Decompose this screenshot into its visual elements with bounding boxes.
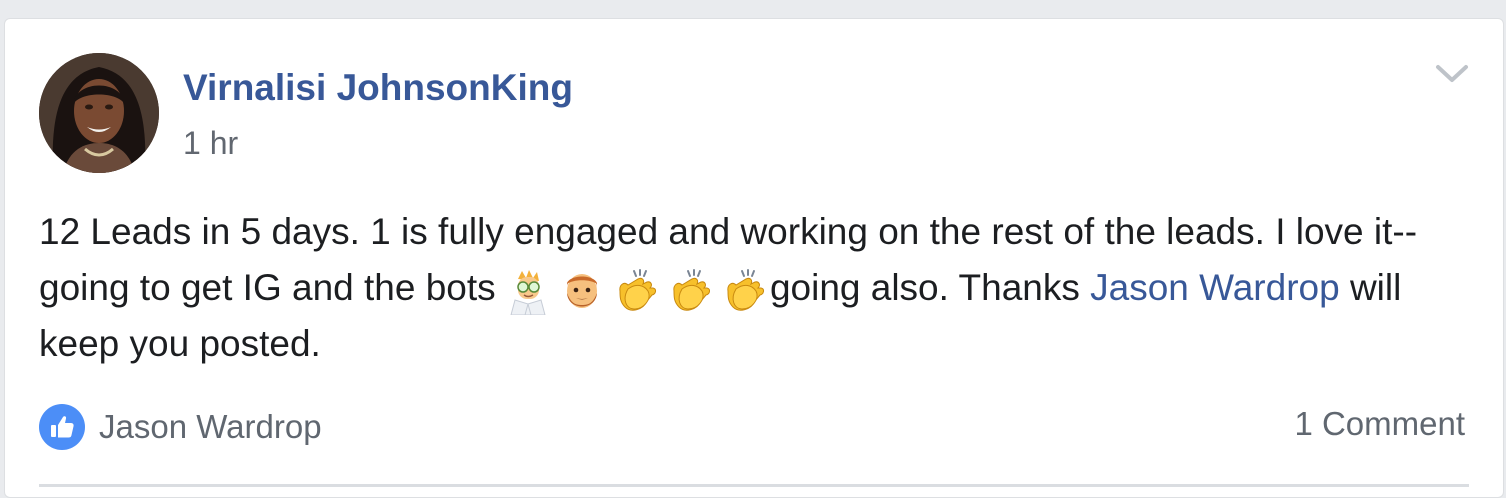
avatar-photo [39, 53, 159, 173]
reactions-summary[interactable]: Jason Wardrop [39, 403, 322, 451]
author-avatar[interactable] [39, 53, 159, 173]
clapping-hands-emoji-icon [614, 269, 662, 315]
post-text: 12 Leads in 5 days. 1 is fully engaged a… [39, 204, 1469, 372]
comment-count-link[interactable]: 1 Comment [1294, 405, 1465, 443]
action-divider [39, 484, 1469, 487]
like-reaction-icon [39, 404, 85, 450]
clapping-hands-emoji-icon [722, 269, 770, 315]
emoji-row [506, 269, 770, 316]
scientist-emoji-icon [506, 269, 550, 316]
post-text-middle: going also. Thanks [769, 267, 1091, 308]
author-name-link[interactable]: Virnalisi JohnsonKing [183, 67, 573, 109]
post-card: Virnalisi JohnsonKing 1 hr 12 Leads in 5… [4, 18, 1504, 498]
clapping-hands-emoji-icon [668, 269, 716, 315]
mention-link[interactable]: Jason Wardrop [1090, 267, 1340, 308]
reactor-names: Jason Wardrop [99, 408, 322, 445]
post-timestamp[interactable]: 1 hr [183, 125, 238, 162]
bearded-man-emoji-icon [560, 269, 604, 315]
post-options-chevron-icon[interactable] [1435, 63, 1469, 85]
